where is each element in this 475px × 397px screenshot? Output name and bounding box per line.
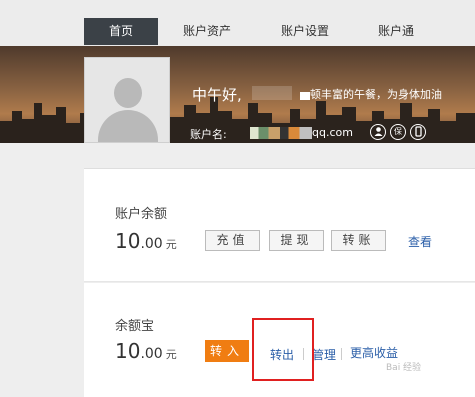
masked-account-name — [250, 127, 312, 139]
tab-home[interactable]: 首页 — [84, 18, 158, 45]
protect-icon[interactable]: 保 — [390, 124, 406, 140]
balance-unit: 元 — [165, 238, 177, 251]
recharge-button[interactable]: 充值 — [205, 230, 260, 251]
account-domain: qq.com — [312, 126, 353, 139]
balance-amount-int: 10 — [115, 229, 141, 253]
separator — [341, 348, 342, 360]
user-icon[interactable] — [370, 124, 386, 140]
yuebao-amount-int: 10 — [115, 339, 141, 363]
more-income-link[interactable]: 更高收益 — [350, 344, 398, 361]
greeting-message: 顿丰富的午餐，为身体加油 — [310, 88, 442, 101]
yuebao-amount-dec: .00 — [140, 346, 163, 362]
avatar-head-shape — [114, 78, 142, 108]
balance-amount-dec: .00 — [140, 236, 163, 252]
yuebao-amount: 10.00 元 — [115, 339, 177, 363]
view-link[interactable]: 查看 — [408, 233, 432, 250]
watermark-logo: Bai 经验 — [386, 363, 422, 373]
manage-link[interactable]: 管理 — [312, 346, 336, 363]
highlight-annotation-box — [252, 318, 314, 381]
top-nav: 首页 账户资产 账户设置 账户通 — [0, 0, 475, 46]
masked-username — [252, 86, 292, 100]
tab-account-settings[interactable]: 账户设置 — [266, 18, 344, 45]
phone-icon[interactable] — [410, 124, 426, 140]
yuebao-title: 余额宝 — [115, 319, 155, 334]
transfer-button[interactable]: 转账 — [331, 230, 386, 251]
tab-account-link[interactable]: 账户通 — [364, 18, 428, 45]
greeting-text: 中午好, — [192, 86, 242, 104]
account-balance-card: 账户余额 10.00 元 充值 提现 转账 查看 — [84, 168, 475, 282]
withdraw-button[interactable]: 提现 — [269, 230, 324, 251]
yuebao-unit: 元 — [165, 348, 177, 361]
transfer-in-button[interactable]: 转入 — [205, 340, 249, 362]
masked-block — [300, 92, 310, 100]
avatar-body-shape — [98, 110, 158, 142]
balance-title: 账户余额 — [115, 207, 168, 222]
balance-amount: 10.00 元 — [115, 229, 177, 253]
account-name-label: 账户名: — [190, 128, 227, 141]
tab-account-assets[interactable]: 账户资产 — [168, 18, 246, 45]
avatar[interactable] — [84, 57, 170, 143]
